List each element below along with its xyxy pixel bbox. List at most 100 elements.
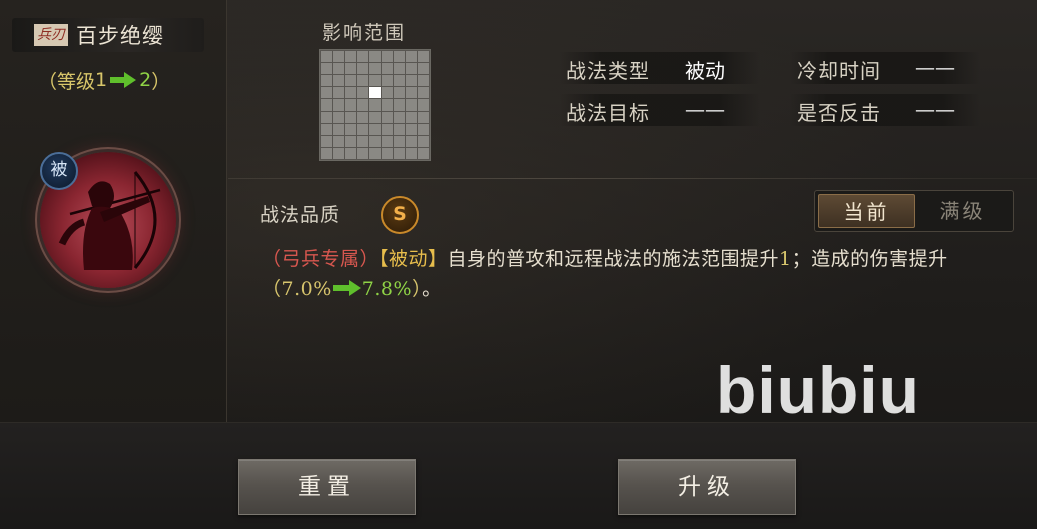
- range-cell: [381, 147, 393, 159]
- range-cell: [333, 147, 345, 159]
- range-title: 影响范围: [322, 22, 407, 44]
- range-cell: [393, 63, 405, 75]
- skill-name: 百步绝缨: [76, 24, 164, 48]
- range-cell: [405, 135, 417, 147]
- cooldown-label: 冷却时间: [797, 59, 881, 83]
- range-cell: [345, 63, 357, 75]
- range-cell: [333, 111, 345, 123]
- range-center-cell: [369, 87, 381, 99]
- range-cell: [381, 111, 393, 123]
- range-cell: [333, 99, 345, 111]
- cooldown-value: ——: [915, 55, 955, 79]
- passive-badge: 被: [40, 152, 78, 190]
- range-cell: [357, 75, 369, 87]
- range-cell: [345, 75, 357, 87]
- range-cell: [417, 99, 429, 111]
- upgrade-button[interactable]: 升级: [618, 459, 796, 515]
- range-cell: [333, 87, 345, 99]
- range-cell: [381, 123, 393, 135]
- range-cell: [321, 147, 333, 159]
- desc-close-paren: ）: [412, 278, 423, 300]
- weapon-type-tag: 兵刃: [34, 24, 68, 46]
- range-cell: [417, 63, 429, 75]
- range-cell: [321, 135, 333, 147]
- level-prefix: （等级: [38, 70, 96, 93]
- range-cell: [417, 75, 429, 87]
- counterattack-value: ——: [915, 97, 955, 121]
- range-cell: [369, 51, 381, 63]
- range-cell: [417, 135, 429, 147]
- skill-target-value: ——: [685, 97, 725, 121]
- range-cell: [369, 147, 381, 159]
- range-cell: [345, 51, 357, 63]
- range-cell: [369, 123, 381, 135]
- tab-current-level[interactable]: 当前: [818, 194, 915, 228]
- range-cell: [345, 99, 357, 111]
- damage-from-value: 7.0%: [281, 278, 332, 300]
- range-cell: [417, 51, 429, 63]
- range-cell: [393, 135, 405, 147]
- skill-description: （弓兵专属）【被动】自身的普攻和远程战法的施法范围提升1；造成的伤害提升 （7.0…: [262, 244, 1012, 304]
- level-view-toggle: 当前 满级: [814, 190, 1014, 232]
- range-cell: [405, 63, 417, 75]
- range-cell: [357, 87, 369, 99]
- level-from: 1: [95, 69, 108, 91]
- range-cell: [381, 75, 393, 87]
- range-cell: [417, 147, 429, 159]
- range-bonus-value: 1: [779, 248, 792, 270]
- range-cell: [417, 123, 429, 135]
- quality-label: 战法品质: [260, 204, 341, 226]
- range-cell: [381, 63, 393, 75]
- range-cell: [381, 99, 393, 111]
- range-cell: [321, 87, 333, 99]
- range-cell: [417, 87, 429, 99]
- range-cell: [333, 75, 345, 87]
- level-change: （等级 1 2 ）: [38, 66, 170, 94]
- range-cell: [333, 63, 345, 75]
- skill-summary-panel: 兵刃 百步绝缨 （等级 1 2 ） 被: [0, 0, 227, 422]
- range-cell: [405, 147, 417, 159]
- skill-detail-panel: 兵刃 百步绝缨 （等级 1 2 ） 被 影响范围 战法类型 被动 战法目标 ——…: [0, 0, 1037, 529]
- range-cell: [333, 51, 345, 63]
- level-to: 2: [139, 69, 152, 91]
- range-cell: [369, 135, 381, 147]
- skill-name-plate: 兵刃 百步绝缨: [12, 18, 204, 52]
- range-cell: [405, 123, 417, 135]
- range-cell: [381, 135, 393, 147]
- range-cell: [393, 147, 405, 159]
- skill-target-label: 战法目标: [566, 101, 650, 125]
- counterattack-label: 是否反击: [797, 101, 881, 125]
- range-cell: [405, 75, 417, 87]
- range-cell: [345, 111, 357, 123]
- range-cell: [393, 123, 405, 135]
- range-cell: [369, 111, 381, 123]
- range-cell: [321, 99, 333, 111]
- quality-grade-badge: S: [381, 196, 419, 234]
- skill-type-label: 战法类型: [566, 59, 650, 83]
- range-cell: [369, 99, 381, 111]
- desc-end: 。: [422, 278, 442, 300]
- range-cell: [357, 111, 369, 123]
- passive-tag: 【被动】: [379, 248, 448, 270]
- range-cell: [393, 51, 405, 63]
- reset-button[interactable]: 重置: [238, 459, 416, 515]
- range-cell: [393, 75, 405, 87]
- range-cell: [405, 99, 417, 111]
- range-cell: [321, 75, 333, 87]
- range-cell: [369, 63, 381, 75]
- watermark-logo: biubiu: [716, 353, 920, 427]
- range-cell: [357, 51, 369, 63]
- range-cell: [393, 87, 405, 99]
- range-cell: [357, 123, 369, 135]
- desc-text-1: 自身的普攻和远程战法的施法范围提升: [447, 248, 780, 270]
- range-cell: [333, 135, 345, 147]
- tab-max-level[interactable]: 满级: [915, 194, 1010, 228]
- range-cell: [321, 123, 333, 135]
- range-cell: [357, 99, 369, 111]
- range-cell: [381, 51, 393, 63]
- damage-to-value: 7.8%: [361, 278, 413, 300]
- range-cell: [345, 87, 357, 99]
- range-cell: [321, 51, 333, 63]
- range-cell: [321, 111, 333, 123]
- range-cell: [357, 147, 369, 159]
